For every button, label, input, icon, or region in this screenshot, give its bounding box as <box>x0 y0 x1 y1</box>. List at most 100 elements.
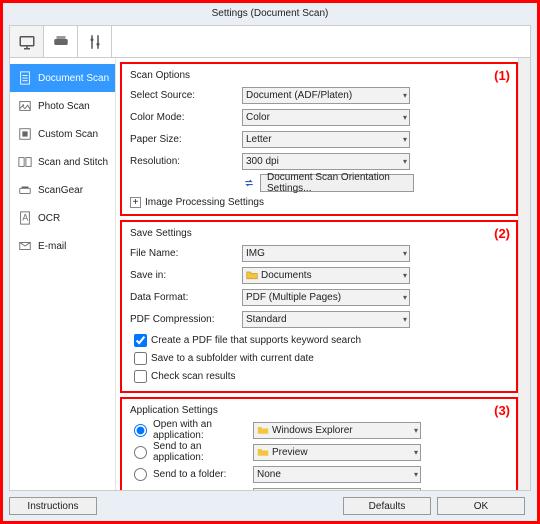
label-file-name: File Name: <box>130 248 242 259</box>
sidebar-item-scan-stitch[interactable]: Scan and Stitch <box>10 148 115 176</box>
defaults-button[interactable]: Defaults <box>343 497 431 515</box>
group-app-settings: (3) Application Settings Open with an ap… <box>120 397 518 490</box>
tab-scan-from-panel[interactable] <box>44 26 78 57</box>
scangear-icon <box>18 183 32 197</box>
chevron-down-icon: ▾ <box>403 249 407 258</box>
vertical-scrollbar[interactable] <box>518 58 530 490</box>
radio-label: Send to a folder: <box>153 469 253 480</box>
folder-icon <box>246 269 258 281</box>
label-pdf-compression: PDF Compression: <box>130 314 242 325</box>
top-toolbar <box>10 26 530 58</box>
checkbox-keyword-search[interactable] <box>134 334 147 347</box>
tab-scan-from-computer[interactable] <box>10 26 44 57</box>
folder-icon <box>257 446 269 458</box>
tab-general-settings[interactable] <box>78 26 112 57</box>
sliders-icon <box>86 33 104 51</box>
sidebar-item-custom-scan[interactable]: Custom Scan <box>10 120 115 148</box>
chevron-down-icon: ▾ <box>403 113 407 122</box>
app-window: Settings (Document Scan) Document Scan <box>0 0 540 524</box>
send-app-combo[interactable]: Preview▾ <box>253 444 421 461</box>
radio-send-app[interactable] <box>134 446 147 459</box>
chevron-down-icon: ▾ <box>414 448 418 457</box>
group-title: Scan Options <box>130 70 508 81</box>
email-icon <box>18 239 32 253</box>
instructions-button[interactable]: Instructions <box>9 497 97 515</box>
sidebar-label: Custom Scan <box>38 129 98 140</box>
open-app-combo[interactable]: Windows Explorer▾ <box>253 422 421 439</box>
marker-3: (3) <box>494 403 510 418</box>
checkbox-label: Check scan results <box>151 371 235 382</box>
sidebar-label: ScanGear <box>38 185 83 196</box>
sidebar-item-scangear[interactable]: ScanGear <box>10 176 115 204</box>
radio-attach-email[interactable] <box>134 490 147 491</box>
sidebar-item-photo-scan[interactable]: Photo Scan <box>10 92 115 120</box>
plus-icon: + <box>130 197 141 208</box>
sidebar-label: E-mail <box>38 241 66 252</box>
sidebar-item-ocr[interactable]: A OCR <box>10 204 115 232</box>
explorer-icon <box>257 424 269 436</box>
attach-email-combo[interactable]: None (Attach Manually)▾ <box>253 488 421 491</box>
chevron-down-icon: ▾ <box>403 271 407 280</box>
sidebar-label: Photo Scan <box>38 101 90 112</box>
label-paper-size: Paper Size: <box>130 134 242 145</box>
stitch-icon <box>18 155 32 169</box>
label-color-mode: Color Mode: <box>130 112 242 123</box>
radio-label: Open with an application: <box>153 419 253 441</box>
ok-button[interactable]: OK <box>437 497 525 515</box>
group-title: Save Settings <box>130 228 508 239</box>
label-data-format: Data Format: <box>130 292 242 303</box>
radio-open-app[interactable] <box>134 424 147 437</box>
settings-pane: (1) Scan Options Select Source: Document… <box>116 58 530 490</box>
pdf-compression-combo[interactable]: Standard▾ <box>242 311 410 328</box>
photo-icon <box>18 99 32 113</box>
chevron-down-icon: ▾ <box>403 135 407 144</box>
select-source-combo[interactable]: Document (ADF/Platen)▾ <box>242 87 410 104</box>
sidebar-item-email[interactable]: E-mail <box>10 232 115 260</box>
sidebar-label: Scan and Stitch <box>38 157 108 168</box>
radio-send-folder[interactable] <box>134 468 147 481</box>
chevron-down-icon: ▾ <box>414 426 418 435</box>
save-in-combo[interactable]: Documents▾ <box>242 267 410 284</box>
marker-1: (1) <box>494 68 510 83</box>
chevron-down-icon: ▾ <box>414 470 418 479</box>
checkbox-label: Create a PDF file that supports keyword … <box>151 335 361 346</box>
label-resolution: Resolution: <box>130 156 242 167</box>
swap-icon[interactable] <box>242 177 256 189</box>
sidebar-label: Document Scan <box>38 73 109 84</box>
chevron-down-icon: ▾ <box>403 315 407 324</box>
label-select-source: Select Source: <box>130 90 242 101</box>
orientation-settings-button[interactable]: Document Scan Orientation Settings... <box>260 174 414 192</box>
footer: Instructions Defaults OK <box>9 495 531 517</box>
window-body: Document Scan Photo Scan Custom Scan Sca… <box>9 25 531 491</box>
paper-size-combo[interactable]: Letter▾ <box>242 131 410 148</box>
svg-text:A: A <box>22 213 28 223</box>
document-icon <box>18 71 32 85</box>
group-scan-options: (1) Scan Options Select Source: Document… <box>120 62 518 216</box>
file-name-combo[interactable]: IMG▾ <box>242 245 410 262</box>
custom-icon <box>18 127 32 141</box>
sidebar: Document Scan Photo Scan Custom Scan Sca… <box>10 58 116 490</box>
monitor-icon <box>18 33 36 51</box>
checkbox-subfolder[interactable] <box>134 352 147 365</box>
expand-image-processing[interactable]: + Image Processing Settings <box>130 197 508 208</box>
marker-2: (2) <box>494 226 510 241</box>
group-title: Application Settings <box>130 405 508 416</box>
checkbox-check-results[interactable] <box>134 370 147 383</box>
checkbox-label: Save to a subfolder with current date <box>151 353 314 364</box>
resolution-combo[interactable]: 300 dpi▾ <box>242 153 410 170</box>
scanner-icon <box>52 33 70 51</box>
radio-label: Send to an application: <box>153 441 253 463</box>
color-mode-combo[interactable]: Color▾ <box>242 109 410 126</box>
data-format-combo[interactable]: PDF (Multiple Pages)▾ <box>242 289 410 306</box>
chevron-down-icon: ▾ <box>403 91 407 100</box>
chevron-down-icon: ▾ <box>403 293 407 302</box>
ocr-icon: A <box>18 211 32 225</box>
expand-label: Image Processing Settings <box>145 197 264 208</box>
title-bar: Settings (Document Scan) <box>3 3 537 25</box>
window-title: Settings (Document Scan) <box>212 8 329 19</box>
label-save-in: Save in: <box>130 270 242 281</box>
group-save-settings: (2) Save Settings File Name: IMG▾ Save i… <box>120 220 518 393</box>
send-folder-combo[interactable]: None▾ <box>253 466 421 483</box>
sidebar-item-document-scan[interactable]: Document Scan <box>10 64 115 92</box>
sidebar-label: OCR <box>38 213 60 224</box>
